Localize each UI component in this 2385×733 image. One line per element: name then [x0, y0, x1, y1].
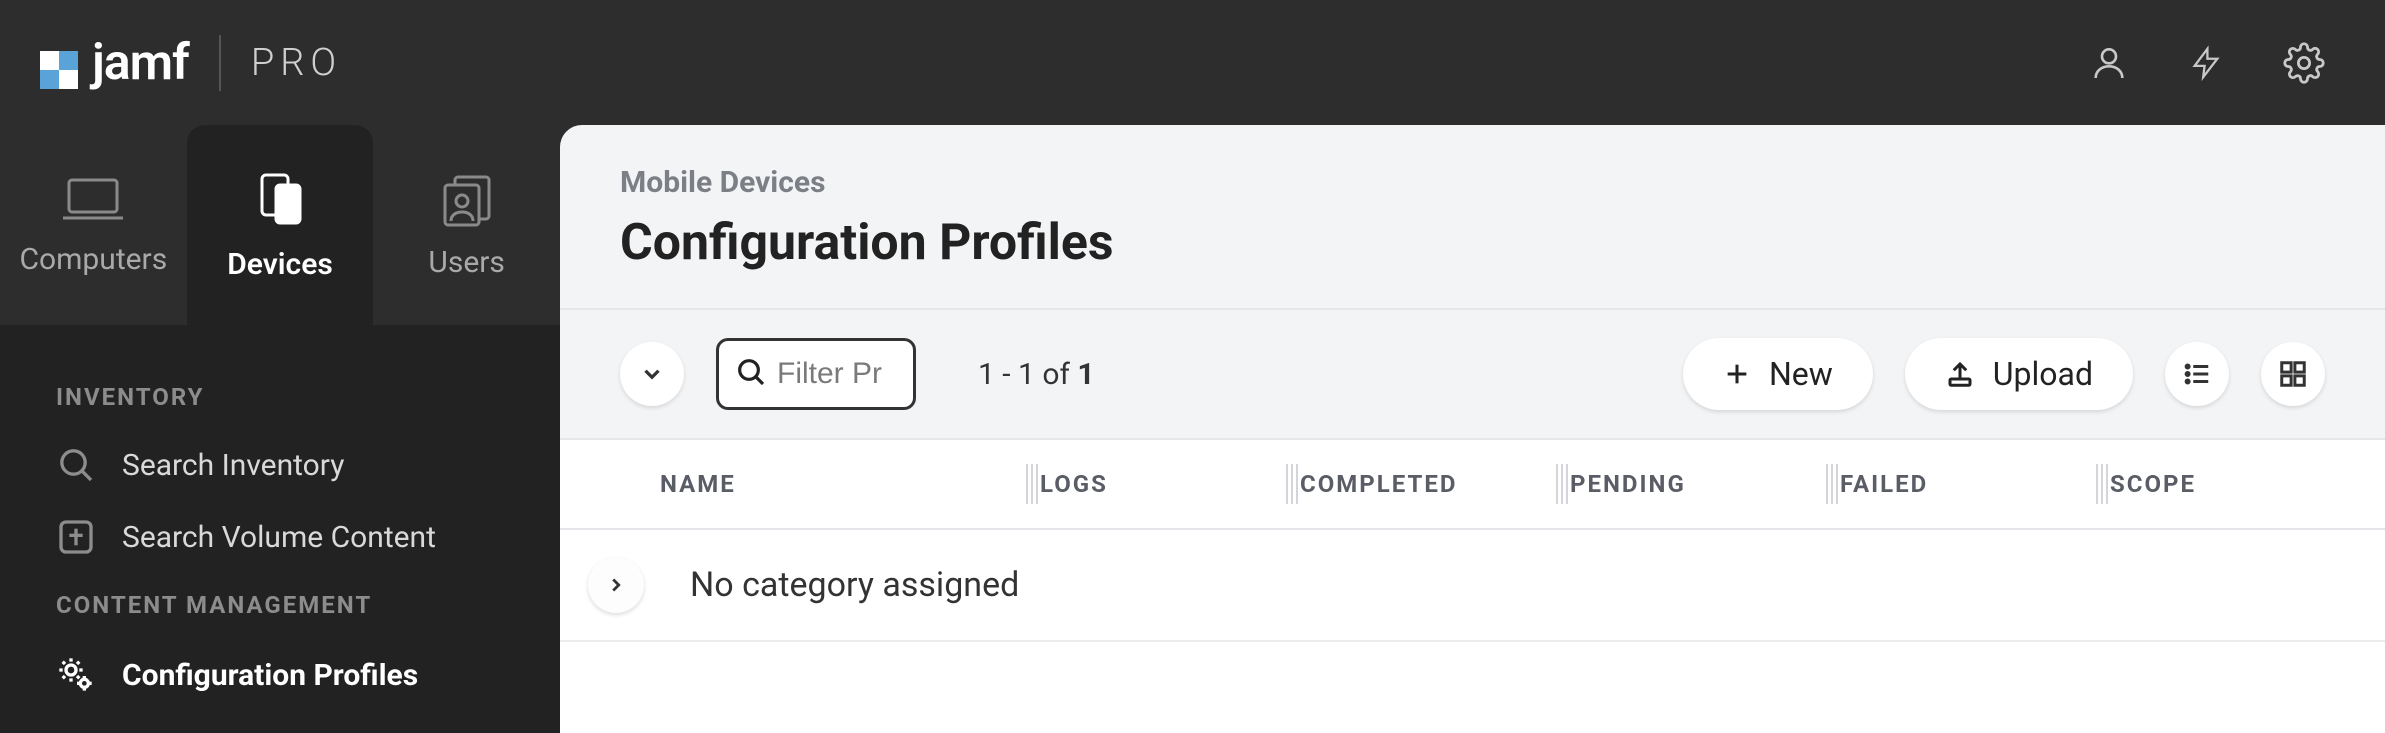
group-label: No category assigned [690, 565, 1019, 605]
sidebar-item-configuration-profiles[interactable]: Configuration Profiles [0, 637, 560, 713]
grid-view-button[interactable] [2261, 342, 2325, 406]
sidebar-item-search-volume-content[interactable]: Search Volume Content [0, 501, 560, 573]
upload-icon [1945, 359, 1975, 389]
brand-mark-icon [40, 44, 78, 82]
col-scope[interactable]: SCOPE [2110, 470, 2310, 498]
sidebar-item-search-inventory[interactable]: Search Inventory [0, 429, 560, 501]
brand-divider [219, 35, 221, 91]
upload-button[interactable]: Upload [1905, 338, 2133, 410]
filter-input[interactable] [777, 357, 897, 391]
tab-label: Computers [19, 242, 167, 277]
plus-icon [1723, 360, 1751, 388]
app-icon [56, 517, 96, 557]
brand: jamf PRO [40, 34, 342, 92]
search-icon [56, 445, 96, 485]
settings-icon[interactable] [2283, 42, 2325, 84]
brand-logo: jamf [40, 34, 189, 92]
laptop-icon [61, 174, 125, 224]
list-view-button[interactable] [2165, 342, 2229, 406]
table-group-row: No category assigned [560, 530, 2385, 642]
upload-button-label: Upload [1993, 355, 2093, 393]
col-pending[interactable]: PENDING [1570, 470, 1840, 498]
tab-label: Users [428, 245, 505, 280]
col-failed[interactable]: FAILED [1840, 470, 2110, 498]
search-icon [735, 356, 767, 392]
new-button[interactable]: New [1683, 338, 1873, 410]
brand-suffix: PRO [251, 41, 342, 85]
content-panel: Mobile Devices Configuration Profiles 1 … [560, 125, 2385, 733]
tab-computers[interactable]: Computers [0, 125, 187, 325]
notifications-icon[interactable] [2189, 43, 2223, 83]
sidebar: INVENTORY Search Inventory Search Volume… [0, 325, 560, 733]
toolbar: 1 - 1 of 1 New Upload [560, 308, 2385, 438]
sidebar-item-label: Configuration Profiles [122, 658, 418, 693]
range-total: 1 [1077, 357, 1094, 392]
tab-users[interactable]: Users [373, 125, 560, 325]
brand-name: jamf [92, 34, 189, 92]
sidebar-heading-content-management: CONTENT MANAGEMENT [0, 573, 560, 637]
profiles-table: NAME LOGS COMPLETED PENDING FAILED SCOPE… [560, 438, 2385, 733]
col-completed[interactable]: COMPLETED [1300, 470, 1570, 498]
users-icon [437, 171, 497, 227]
page-title: Configuration Profiles [620, 214, 2325, 272]
col-name[interactable]: NAME [660, 470, 1040, 498]
breadcrumb: Mobile Devices [620, 165, 2325, 200]
sidebar-item-label: Search Volume Content [122, 520, 436, 555]
table-header: NAME LOGS COMPLETED PENDING FAILED SCOPE [560, 438, 2385, 530]
left-column: Computers Devices Users INVENTORY [0, 125, 560, 733]
mobile-devices-icon [250, 169, 310, 229]
range-prefix: 1 - 1 of [978, 357, 1077, 392]
topbar: jamf PRO [0, 0, 2385, 125]
collapse-all-button[interactable] [620, 342, 684, 406]
top-actions [2089, 42, 2325, 84]
group-toggle-button[interactable] [588, 557, 644, 613]
tab-devices[interactable]: Devices [187, 125, 374, 325]
col-logs[interactable]: LOGS [1040, 470, 1300, 498]
new-button-label: New [1769, 355, 1833, 393]
result-range: 1 - 1 of 1 [978, 357, 1095, 392]
tab-label: Devices [227, 247, 333, 282]
filter-input-container[interactable] [716, 338, 916, 410]
sidebar-item-label: Search Inventory [122, 448, 344, 483]
gear-pair-icon [56, 653, 96, 697]
content-header: Mobile Devices Configuration Profiles [560, 125, 2385, 308]
sidebar-heading-inventory: INVENTORY [0, 365, 560, 429]
account-icon[interactable] [2089, 43, 2129, 83]
primary-tabs: Computers Devices Users [0, 125, 560, 325]
